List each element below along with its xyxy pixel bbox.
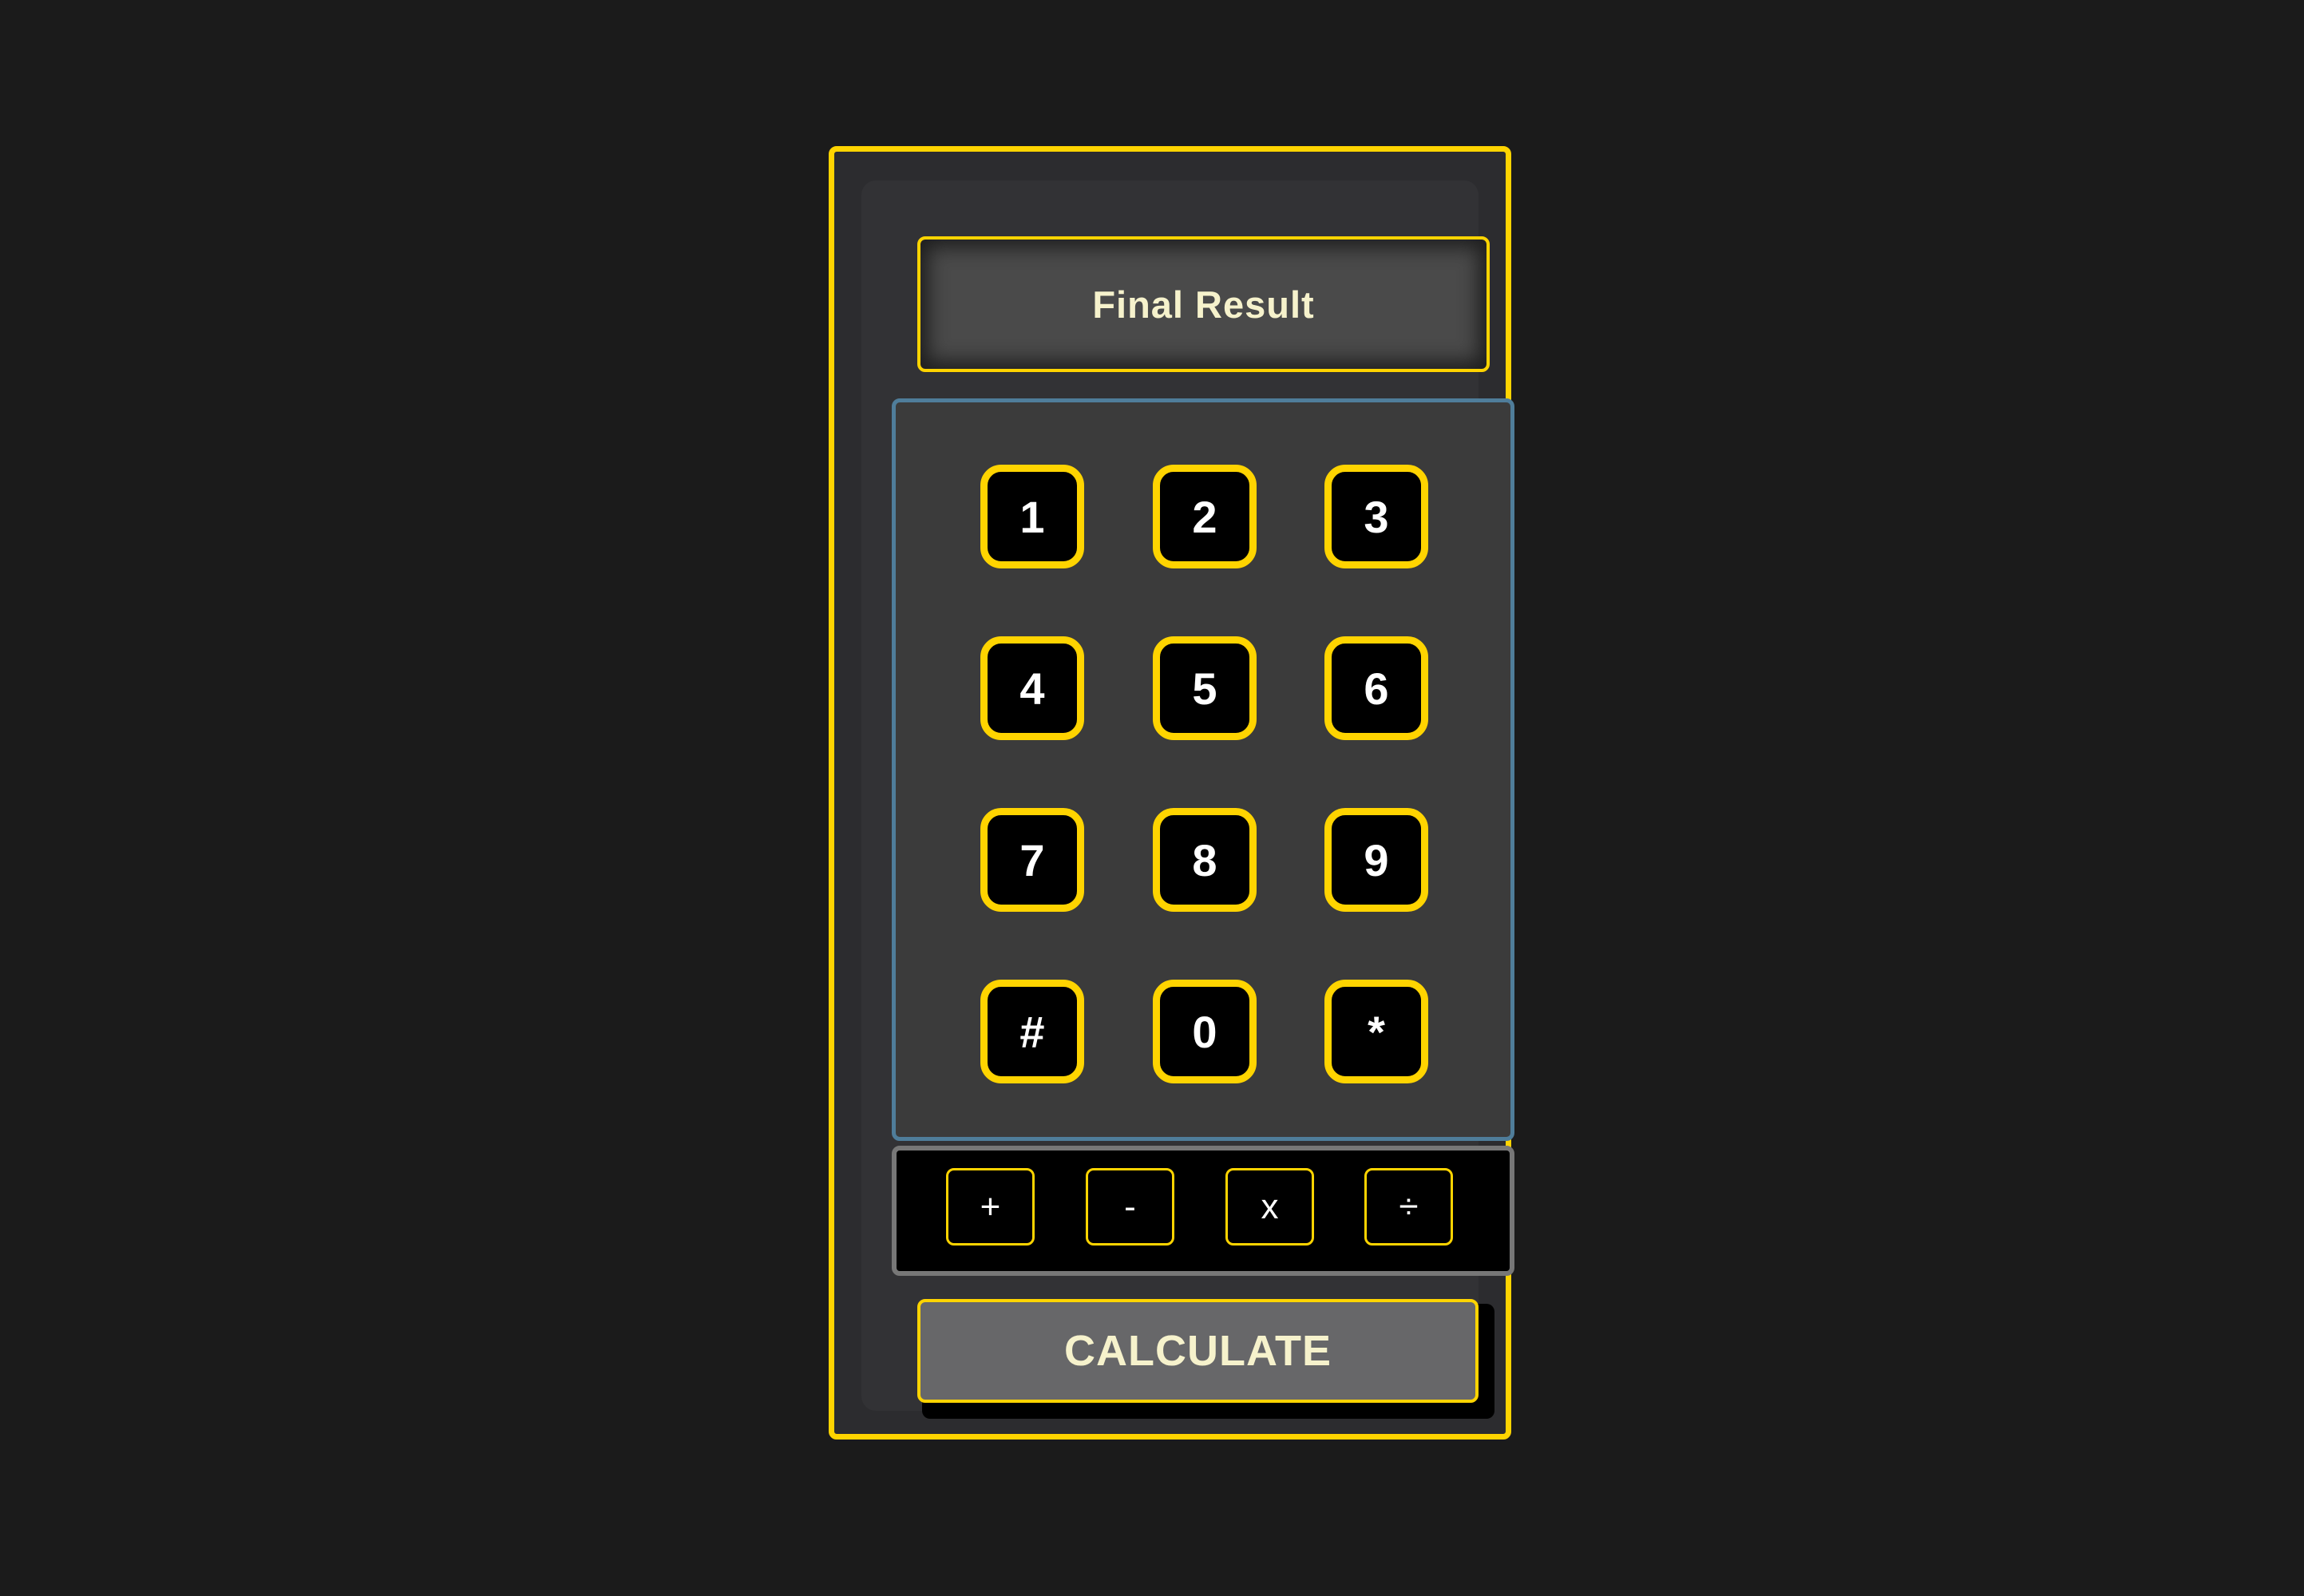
- result-display: Final Result: [917, 236, 1490, 372]
- key-5[interactable]: 5: [1153, 636, 1257, 740]
- key-hash[interactable]: #: [980, 980, 1084, 1083]
- key-9[interactable]: 9: [1324, 808, 1428, 912]
- key-8[interactable]: 8: [1153, 808, 1257, 912]
- divide-button[interactable]: ÷: [1364, 1168, 1453, 1246]
- key-2[interactable]: 2: [1153, 465, 1257, 568]
- minus-button[interactable]: -: [1086, 1168, 1174, 1246]
- operator-bar: + - x ÷: [892, 1146, 1514, 1276]
- key-0[interactable]: 0: [1153, 980, 1257, 1083]
- calculate-button[interactable]: CALCULATE: [917, 1299, 1479, 1403]
- key-6[interactable]: 6: [1324, 636, 1428, 740]
- key-4[interactable]: 4: [980, 636, 1084, 740]
- calculator-frame: Final Result 1 2 3 4 5 6 7 8 9 # 0 * + -…: [829, 146, 1514, 1440]
- number-keypad: 1 2 3 4 5 6 7 8 9 # 0 *: [892, 398, 1514, 1141]
- key-1[interactable]: 1: [980, 465, 1084, 568]
- plus-button[interactable]: +: [946, 1168, 1035, 1246]
- calculator-panel: Final Result 1 2 3 4 5 6 7 8 9 # 0 * + -…: [861, 180, 1514, 1419]
- key-star[interactable]: *: [1324, 980, 1428, 1083]
- multiply-button[interactable]: x: [1225, 1168, 1314, 1246]
- key-7[interactable]: 7: [980, 808, 1084, 912]
- result-display-text: Final Result: [1092, 283, 1315, 326]
- key-3[interactable]: 3: [1324, 465, 1428, 568]
